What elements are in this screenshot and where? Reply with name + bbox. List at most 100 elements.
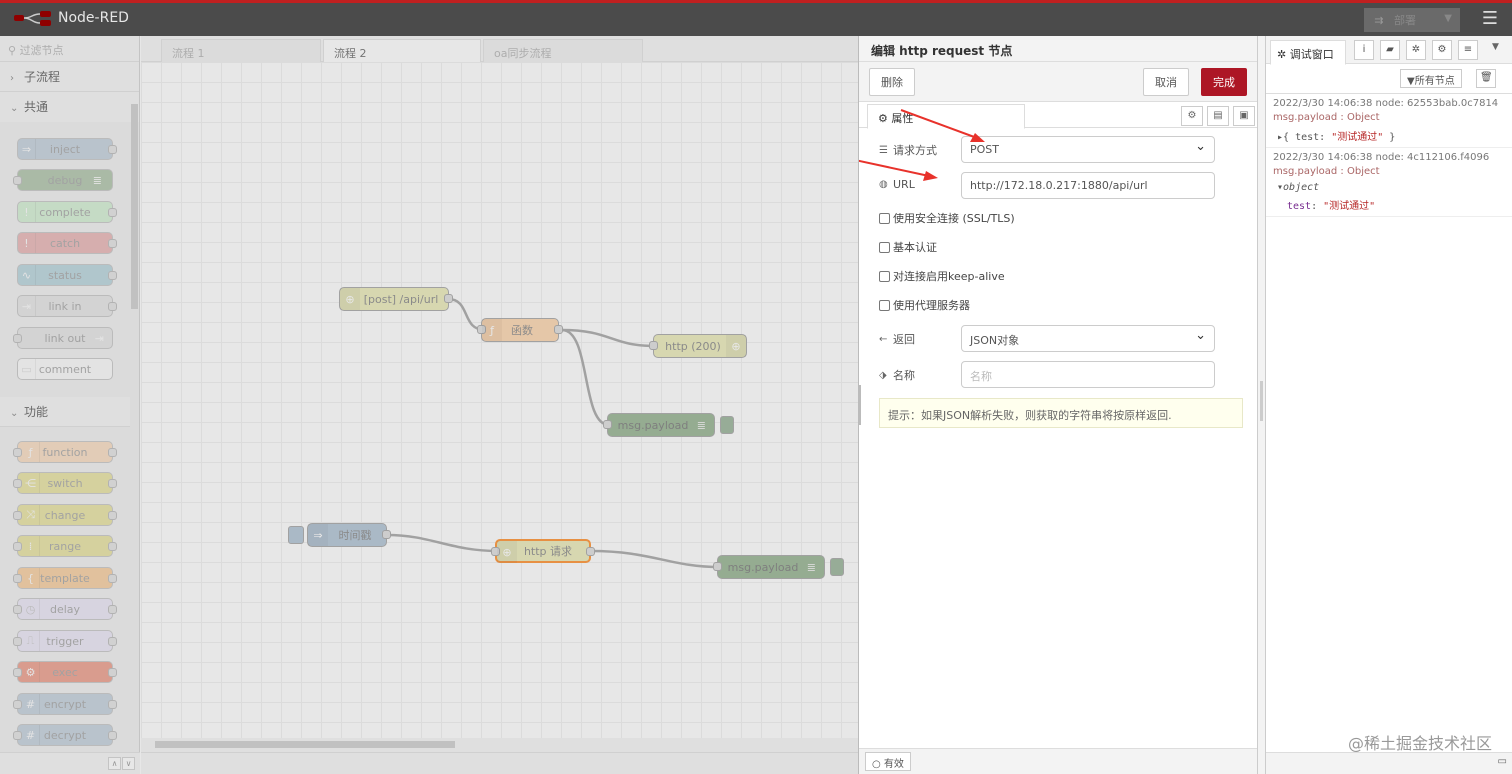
palette-node-range[interactable]: ⁞ range [13, 535, 117, 557]
tray-resize-handle[interactable] [858, 385, 861, 425]
done-button[interactable]: 完成 [1201, 68, 1247, 96]
debug-toggle-button[interactable] [720, 416, 734, 434]
debug-toggle-button[interactable] [830, 558, 844, 576]
palette-node-link-out[interactable]: link out ⇥ [13, 327, 113, 349]
deploy-button[interactable]: ⇉ 部署 ▼ [1364, 8, 1460, 32]
palette-scrollbar[interactable] [131, 104, 138, 309]
method-select[interactable]: POST [961, 136, 1215, 163]
settings-gear-icon[interactable]: ⚙ [1181, 106, 1203, 126]
basic-auth-checkbox-row[interactable]: 基本认证 [879, 239, 937, 255]
palette-node-debug[interactable]: debug ≣ [13, 169, 113, 191]
palette-node-encrypt[interactable]: # encrypt [13, 693, 117, 715]
tab-label: 属性 [891, 112, 914, 125]
node-label: change [44, 508, 86, 522]
chevron-down-icon: ⌄ [10, 408, 19, 419]
node-label: catch [49, 236, 81, 250]
flow-node-inject[interactable]: ⇒ 时间戳 [288, 523, 391, 547]
return-select[interactable]: JSON对象 [961, 325, 1215, 352]
basic-auth-checkbox[interactable] [879, 242, 890, 253]
filter-nodes-button[interactable]: ▼所有节点 [1400, 69, 1462, 88]
name-input[interactable]: 名称 [961, 361, 1215, 388]
list-icon: ≣ [806, 560, 816, 574]
list-icon: ≣ [696, 418, 706, 432]
palette-node-inject[interactable]: ⇒ inject [17, 138, 117, 160]
proxy-checkbox-row[interactable]: 使用代理服务器 [879, 297, 970, 313]
collapse-up-icon[interactable]: ∧ [108, 757, 121, 770]
palette-node-exec[interactable]: ⚙ exec [13, 661, 117, 683]
tab-flow-2[interactable]: 流程 2 [323, 39, 481, 62]
debug-message[interactable]: 2022/3/30 14:06:38 node: 62553bab.0c7814… [1266, 94, 1512, 148]
tab-properties[interactable]: ⚙ 属性 [867, 104, 1025, 129]
palette-node-delay[interactable]: ◷ delay [13, 598, 117, 620]
gear-icon: ⚙ [22, 662, 40, 682]
palette-category-function[interactable]: ⌄ 功能 [0, 397, 130, 427]
palette-search-input[interactable]: ⚲ 过滤节点 [0, 36, 139, 62]
palette-node-link-in[interactable]: ⇥ link in [17, 295, 117, 317]
collapse-down-icon[interactable]: ∨ [122, 757, 135, 770]
description-icon[interactable]: ▤ [1207, 106, 1229, 126]
palette-node-change[interactable]: ⤨ change [13, 504, 117, 526]
gear-icon: ⚙ [878, 112, 888, 125]
keepalive-checkbox-row[interactable]: 对连接启用keep-alive [879, 268, 1005, 284]
palette-node-switch[interactable]: ⋲ switch [13, 472, 117, 494]
info-icon[interactable]: i [1354, 40, 1374, 60]
palette-category-subflow[interactable]: › 子流程 [0, 62, 139, 92]
node-label: http 请求 [523, 545, 573, 558]
watermark: @稀土掘金技术社区 [1347, 734, 1492, 753]
palette-node-catch[interactable]: ! catch [17, 232, 117, 254]
message-meta: 2022/3/30 14:06:38 node: 4c112106.f4096 [1273, 152, 1490, 163]
node-label: msg.payload [727, 560, 799, 574]
circle-icon: ○ [872, 759, 881, 770]
flow-canvas[interactable]: ⊕ [post] /api/url ƒ 函数 http (200) ⊕ msg.… [141, 62, 858, 738]
chevron-down-icon[interactable]: ▼ [1492, 42, 1499, 52]
canvas-horizontal-scrollbar[interactable] [141, 738, 858, 752]
bug-icon[interactable]: ✲ [1406, 40, 1426, 60]
palette-node-function[interactable]: ƒ function [13, 441, 117, 463]
category-label: 功能 [24, 405, 49, 419]
flow-node-debug-1[interactable]: msg.payload ≣ [603, 413, 734, 437]
palette-node-status[interactable]: ∿ status [17, 264, 117, 286]
node-label: inject [49, 142, 81, 156]
message-meta: 2022/3/30 14:06:38 node: 62553bab.0c7814 [1273, 98, 1499, 109]
hamburger-menu-icon[interactable]: ☰ [1478, 8, 1502, 32]
deploy-dropdown-icon[interactable]: ▼ [1444, 13, 1452, 24]
message-value[interactable]: ▸{ test: "测试通过" } [1273, 128, 1505, 143]
flow-node-http-request[interactable]: ⊕ http 请求 [491, 539, 595, 563]
palette-node-comment[interactable]: ▭ comment [17, 358, 113, 380]
palette-node-trigger[interactable]: ⎍ trigger [13, 630, 117, 652]
tab-flow-1[interactable]: 流程 1 [161, 39, 321, 62]
clear-trash-icon[interactable]: 🗑 [1476, 69, 1496, 88]
gear-icon[interactable]: ⚙ [1432, 40, 1452, 60]
node-enabled-toggle[interactable]: ○ 有效 [865, 752, 911, 771]
label-text: 返回 [893, 333, 915, 346]
debug-message[interactable]: 2022/3/30 14:06:38 node: 4c112106.f4096 … [1266, 148, 1512, 217]
cancel-button[interactable]: 取消 [1143, 68, 1189, 96]
palette-node-template[interactable]: {template [13, 567, 117, 589]
flow-node-debug-2[interactable]: msg.payload ≣ [713, 555, 844, 579]
tab-oa-sync[interactable]: oa同步流程 [483, 39, 643, 62]
delete-button[interactable]: 删除 [869, 68, 915, 96]
inject-trigger-button[interactable] [288, 526, 304, 544]
switch-icon: ⋲ [22, 473, 40, 493]
sidebar-tabs: ✲ 调试窗口 i ▰ ✲ ⚙ ≡ ▼ [1266, 36, 1512, 65]
appearance-icon[interactable]: ▣ [1233, 106, 1255, 126]
url-input[interactable]: http://172.18.0.217:1880/api/url [961, 172, 1215, 199]
tab-debug[interactable]: ✲ 调试窗口 [1270, 40, 1346, 65]
message-object-toggle[interactable]: ▾object [1273, 182, 1505, 193]
database-icon[interactable]: ≡ [1458, 40, 1478, 60]
keepalive-checkbox[interactable] [879, 271, 890, 282]
flow-node-http-response[interactable]: http (200) ⊕ [649, 334, 747, 358]
proxy-checkbox[interactable] [879, 300, 890, 311]
popout-icon[interactable]: ▭ [1498, 756, 1507, 767]
sidebar-footer: ▭ [1266, 752, 1512, 774]
ssl-checkbox[interactable] [879, 213, 890, 224]
book-icon[interactable]: ▰ [1380, 40, 1400, 60]
sidebar-separator[interactable] [1258, 36, 1265, 774]
palette-node-decrypt[interactable]: # decrypt [13, 724, 117, 746]
flow-node-http-in[interactable]: ⊕ [post] /api/url [339, 287, 453, 311]
flow-node-function[interactable]: ƒ 函数 [477, 318, 563, 342]
ssl-checkbox-row[interactable]: 使用安全连接 (SSL/TLS) [879, 210, 1015, 226]
palette-category-common[interactable]: ⌄ 共通 [0, 92, 139, 122]
search-icon: ⚲ [8, 44, 17, 57]
palette-node-complete[interactable]: ! complete [17, 201, 117, 223]
